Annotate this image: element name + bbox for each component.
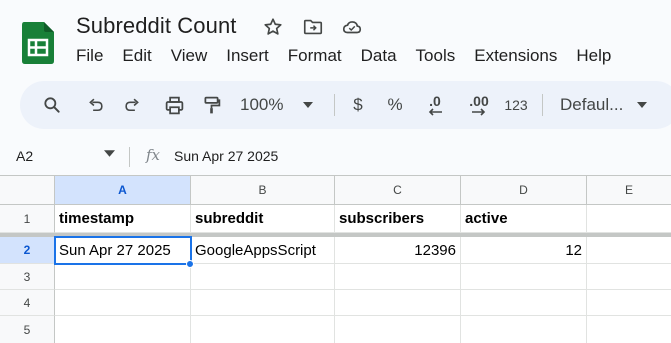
formula-bar-divider	[129, 147, 130, 167]
cell-a3[interactable]	[55, 264, 191, 290]
menu-format[interactable]: Format	[288, 45, 342, 67]
menu-extensions[interactable]: Extensions	[474, 45, 557, 67]
menu-edit[interactable]: Edit	[122, 45, 151, 67]
cell-e5[interactable]	[587, 316, 671, 343]
cell-e2[interactable]	[587, 237, 671, 264]
column-header-b[interactable]: B	[191, 176, 335, 205]
column-header-d[interactable]: D	[461, 176, 587, 205]
fill-handle[interactable]	[186, 260, 194, 268]
fx-icon: fx	[146, 146, 161, 164]
cell-a4[interactable]	[55, 290, 191, 316]
increase-decimal-button[interactable]: .00	[462, 81, 496, 129]
print-button[interactable]	[160, 81, 188, 129]
menu-insert[interactable]: Insert	[226, 45, 269, 67]
formula-input[interactable]: Sun Apr 27 2025	[174, 148, 278, 164]
cloud-saved-icon[interactable]	[341, 16, 363, 38]
cell-e4[interactable]	[587, 290, 671, 316]
cell-e1[interactable]	[587, 205, 671, 233]
select-all-corner[interactable]	[0, 176, 55, 205]
cell-d4[interactable]	[461, 290, 587, 316]
menu-file[interactable]: File	[76, 45, 103, 67]
menu-tools[interactable]: Tools	[416, 45, 456, 67]
search-menus-button[interactable]	[38, 81, 66, 129]
row-header-5[interactable]: 5	[0, 316, 55, 343]
chevron-down-icon[interactable]	[104, 150, 115, 157]
cell-d2[interactable]: 12	[461, 237, 587, 264]
row-header-2[interactable]: 2	[0, 237, 55, 264]
percent-format-button[interactable]: %	[384, 81, 406, 129]
cell-b2[interactable]: GoogleAppsScript	[191, 237, 335, 264]
sheets-logo-icon[interactable]	[22, 22, 54, 64]
currency-format-button[interactable]: $	[348, 81, 368, 129]
cell-a1[interactable]: timestamp	[55, 205, 191, 233]
paint-format-icon	[204, 96, 220, 113]
menu-help[interactable]: Help	[576, 45, 611, 67]
cell-c1[interactable]: subscribers	[335, 205, 461, 233]
cell-a5[interactable]	[55, 316, 191, 343]
zoom-select[interactable]: 100%	[240, 81, 318, 129]
cell-d5[interactable]	[461, 316, 587, 343]
cell-b5[interactable]	[191, 316, 335, 343]
chevron-down-icon	[303, 102, 314, 108]
font-value: Defaul...	[560, 95, 624, 114]
decrease-decimal-button[interactable]: .0	[421, 81, 449, 129]
undo-icon	[88, 98, 103, 111]
cell-e3[interactable]	[587, 264, 671, 290]
row-header-1[interactable]: 1	[0, 205, 55, 233]
cell-c5[interactable]	[335, 316, 461, 343]
cell-b1[interactable]: subreddit	[191, 205, 335, 233]
document-title[interactable]: Subreddit Count	[76, 13, 237, 39]
column-header-e[interactable]: E	[587, 176, 671, 205]
cell-c3[interactable]	[335, 264, 461, 290]
chevron-down-icon	[637, 102, 648, 108]
print-icon	[165, 96, 183, 114]
name-box[interactable]: A2	[16, 148, 33, 164]
redo-icon	[124, 98, 139, 111]
arrow-right-icon	[472, 108, 486, 116]
cell-d1[interactable]: active	[461, 205, 587, 233]
cell-b4[interactable]	[191, 290, 335, 316]
more-formats-button[interactable]: 123	[502, 81, 530, 129]
toolbar-divider	[542, 94, 543, 116]
toolbar-divider	[334, 94, 335, 116]
zoom-value: 100%	[240, 95, 284, 114]
cell-c2[interactable]: 12396	[335, 237, 461, 264]
cell-d3[interactable]	[461, 264, 587, 290]
column-header-c[interactable]: C	[335, 176, 461, 205]
menu-view[interactable]: View	[171, 45, 208, 67]
undo-button[interactable]	[82, 81, 108, 129]
toolbar: 100% $ % .0 .00 123 Defaul...	[20, 81, 671, 129]
column-header-a[interactable]: A	[55, 176, 191, 205]
menu-bar: File Edit View Insert Format Data Tools …	[76, 45, 630, 67]
cell-c4[interactable]	[335, 290, 461, 316]
star-icon[interactable]	[262, 16, 284, 38]
redo-button[interactable]	[119, 81, 145, 129]
paint-format-button[interactable]	[198, 81, 224, 129]
font-select[interactable]: Defaul...	[560, 81, 660, 129]
row-header-3[interactable]: 3	[0, 264, 55, 290]
search-icon	[44, 97, 60, 113]
move-to-folder-icon[interactable]	[302, 16, 324, 38]
menu-data[interactable]: Data	[361, 45, 397, 67]
spreadsheet-grid: A B C D E 1 2 3 4 5 timestamp subreddit …	[0, 175, 671, 343]
cell-b3[interactable]	[191, 264, 335, 290]
arrow-left-icon	[428, 108, 442, 116]
cell-a2[interactable]: Sun Apr 27 2025	[55, 237, 191, 264]
row-header-4[interactable]: 4	[0, 290, 55, 316]
